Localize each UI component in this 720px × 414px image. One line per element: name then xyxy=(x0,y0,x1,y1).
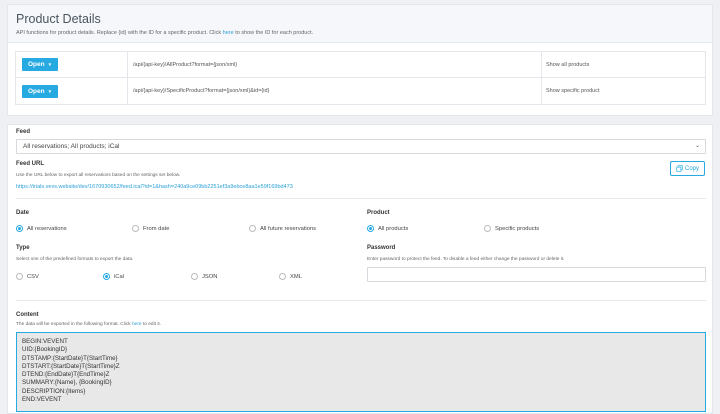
radio-label: JSON xyxy=(202,273,218,280)
feed-select-value: All reservations; All products; iCal xyxy=(23,143,120,150)
radio-all-future-reservations[interactable]: All future reservations xyxy=(249,225,316,232)
feed-panel: Feed All reservations; All products; iCa… xyxy=(7,124,713,414)
divider xyxy=(16,300,706,301)
password-help: Enter password to protect the feed. To d… xyxy=(367,257,565,262)
radio-unchecked-icon xyxy=(132,225,139,232)
subtitle-text-end: to show the ID for each product. xyxy=(233,30,314,36)
password-input[interactable] xyxy=(367,267,706,282)
password-label: Password xyxy=(367,245,396,251)
table-cell: Open ▼ xyxy=(16,52,128,77)
date-label: Date xyxy=(16,210,30,216)
subtitle-link[interactable]: here xyxy=(223,30,234,36)
content-line: BEGIN:VEVENT xyxy=(22,338,68,345)
radio-unchecked-icon xyxy=(249,225,256,232)
content-help: The data will be exported in the followi… xyxy=(16,322,161,327)
radio-unchecked-icon xyxy=(279,273,286,280)
radio-label: All products xyxy=(378,225,409,232)
radio-json[interactable]: JSON xyxy=(191,273,217,280)
open-button-label: Open xyxy=(28,61,45,68)
product-label: Product xyxy=(367,210,390,216)
subtitle-text: API functions for product details. Repla… xyxy=(16,30,223,36)
table-cell: Open ▼ xyxy=(16,78,128,104)
copy-icon xyxy=(676,165,683,172)
api-table: Open ▼ /api/{api-key}/AllProduct?format={… xyxy=(15,51,706,105)
radio-all-reservations[interactable]: All reservations xyxy=(16,225,67,232)
api-url: /api/{api-key}/SpecificProduct?format={j… xyxy=(128,78,542,104)
radio-label: All future reservations xyxy=(260,225,317,232)
content-label: Content xyxy=(16,312,39,318)
page-subtitle: API functions for product details. Repla… xyxy=(16,30,704,36)
content-line: DTSTAMP:{StartDate}T{StartTime} xyxy=(22,354,118,362)
product-details-panel: Product Details API functions for produc… xyxy=(7,4,713,116)
copy-button-label: Copy xyxy=(684,165,699,172)
content-line: SUMMARY:{Name}, {BookingID} xyxy=(22,379,112,387)
content-line: DTSTART:{StartDate}T{StartTime}Z xyxy=(22,362,120,370)
feed-url-link[interactable]: https://trials.vevs.website/dev/16709306… xyxy=(16,184,293,190)
feed-select[interactable]: All reservations; All products; iCal ⌄ xyxy=(16,139,706,154)
type-help: Select one of the predefined formats to … xyxy=(16,257,134,262)
radio-unchecked-icon xyxy=(484,225,491,232)
content-line: DTEND:{EndDate}T{EndTime}Z xyxy=(22,371,110,379)
caret-down-icon: ▼ xyxy=(47,62,53,67)
radio-csv[interactable]: CSV xyxy=(16,273,39,280)
api-description: Show specific product xyxy=(546,88,600,94)
panel-header: Product Details API functions for produc… xyxy=(8,5,712,43)
content-line: END:VEVENT xyxy=(22,396,62,404)
radio-checked-icon xyxy=(367,225,374,232)
copy-button[interactable]: Copy xyxy=(670,161,705,176)
feed-label: Feed xyxy=(16,129,31,135)
api-description: Show all products xyxy=(546,61,590,68)
radio-label: XML xyxy=(290,273,302,280)
radio-all-products[interactable]: All products xyxy=(367,225,408,232)
content-line: UID:{BookingID} xyxy=(22,346,68,354)
radio-label: CSV xyxy=(27,273,39,280)
radio-unchecked-icon xyxy=(16,273,23,280)
feed-url-help: Use the URL below to export all reservat… xyxy=(16,173,181,178)
radio-from-date[interactable]: From date xyxy=(132,225,169,232)
table-row: Open ▼ /api/{api-key}/SpecificProduct?for… xyxy=(16,78,705,104)
radio-label: All reservations xyxy=(27,225,67,232)
radio-label: iCal xyxy=(114,273,124,280)
caret-down-icon: ▼ xyxy=(47,88,53,94)
api-url: /api/{api-key}/AllProduct?format={json/x… xyxy=(128,52,542,77)
radio-checked-icon xyxy=(16,225,23,232)
content-help-link[interactable]: here xyxy=(132,322,142,327)
open-button-label: Open xyxy=(28,87,45,95)
radio-label: Specific products xyxy=(495,225,540,232)
content-help-text: The data will be exported in the followi… xyxy=(16,322,132,327)
divider xyxy=(16,198,706,199)
page-title: Product Details xyxy=(16,12,101,26)
type-label: Type xyxy=(16,245,30,251)
open-button[interactable]: Open ▼ xyxy=(22,58,59,71)
content-template-editor[interactable]: BEGIN:VEVENT UID:{BookingID} DTSTAMP:{St… xyxy=(16,332,706,412)
radio-checked-icon xyxy=(103,273,110,280)
table-row: Open ▼ /api/{api-key}/AllProduct?format={… xyxy=(16,52,705,78)
content-help-text-end: to edit it. xyxy=(141,322,162,327)
feed-url-label: Feed URL xyxy=(16,161,45,167)
radio-xml[interactable]: XML xyxy=(279,273,302,280)
radio-label: From date xyxy=(143,225,170,232)
open-button[interactable]: Open ▼ xyxy=(22,84,59,98)
chevron-down-icon: ⌄ xyxy=(694,143,700,149)
radio-specific-products[interactable]: Specific products xyxy=(484,225,539,232)
radio-ical[interactable]: iCal xyxy=(103,273,124,280)
radio-unchecked-icon xyxy=(191,273,198,280)
content-line: DESCRIPTION:{Items} xyxy=(22,387,86,395)
